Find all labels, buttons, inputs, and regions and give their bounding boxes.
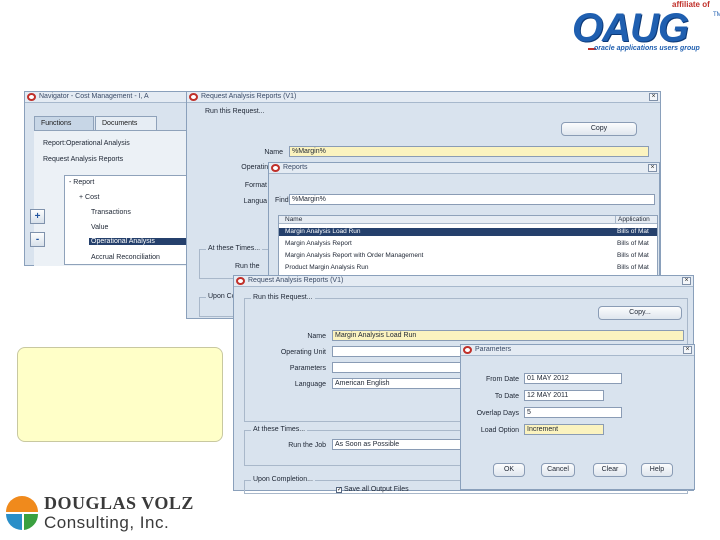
from-date-field[interactable]: 01 MAY 2012 (524, 373, 622, 384)
close-icon[interactable]: × (648, 164, 657, 172)
tree-item-transactions[interactable]: Transactions (91, 209, 131, 216)
parameters-title: Parameters (475, 346, 512, 353)
row-name: Margin Analysis Load Run (285, 228, 361, 235)
save-output-checkbox[interactable]: ✓ (336, 487, 342, 493)
oracle-icon (463, 346, 472, 354)
oracle-icon (236, 277, 245, 285)
close-icon[interactable]: × (649, 93, 658, 101)
douglas-volz-logo-icon (6, 496, 39, 530)
row-application: Bills of Mat (617, 240, 649, 247)
close-icon[interactable]: × (683, 346, 692, 354)
navigator-path-report: Report:Operational Analysis (43, 140, 130, 147)
name-label: Name (307, 333, 326, 340)
parameters-field[interactable] (332, 362, 462, 373)
row-application: Bills of Mat (617, 252, 649, 259)
save-output-label: Save all Output Files (344, 486, 409, 493)
to-date-field[interactable]: 12 MAY 2011 (524, 390, 604, 401)
format-label: Format (244, 182, 267, 189)
navigator-tree (64, 175, 194, 265)
oracle-icon (271, 164, 280, 172)
run-the-job-field[interactable]: As Soon as Possible (332, 439, 462, 450)
tree-item-operational-analysis[interactable]: Operational Analysis (89, 238, 191, 245)
column-header-application[interactable]: Application (615, 216, 657, 224)
run-the-label: Run the (235, 263, 260, 270)
table-row[interactable]: Margin Analysis Report Bills of Mat (279, 240, 657, 248)
reports-table: Name Application Margin Analysis Load Ru… (278, 215, 658, 277)
name-field[interactable]: %Margin% (289, 146, 649, 157)
load-option-field[interactable]: Increment (524, 424, 604, 435)
request-front-title: Request Analysis Reports (V1) (248, 277, 344, 284)
row-application: Bills of Mat (617, 228, 649, 235)
tree-item-accrual-reconciliation[interactable]: Accrual Reconciliation (91, 254, 160, 261)
collapse-minus-button[interactable]: - (30, 232, 45, 247)
row-application: Bills of Mat (617, 264, 649, 271)
parameters-titlebar[interactable]: Parameters × (461, 345, 694, 356)
oracle-icon (27, 93, 36, 101)
row-name: Margin Analysis Report with Order Manage… (285, 252, 424, 259)
oaug-tagline: oracle applications users group (594, 45, 700, 52)
tree-item-value[interactable]: Value (91, 224, 108, 231)
from-date-label: From Date (485, 376, 519, 383)
upon-completion-title: Upon Completion... (251, 476, 315, 483)
parameters-window: Parameters × From Date 01 MAY 2012 To Da… (460, 344, 695, 490)
navigator-titlebar[interactable]: Navigator - Cost Management - I, A (25, 92, 193, 103)
column-header-name[interactable]: Name (285, 216, 605, 224)
request-back-titlebar[interactable]: Request Analysis Reports (V1) × (187, 92, 660, 103)
request-back-title: Request Analysis Reports (V1) (201, 93, 297, 100)
run-the-job-label: Run the Job (288, 442, 326, 449)
at-these-times-title: At these Times... (251, 426, 308, 433)
row-name: Product Margin Analysis Run (285, 264, 369, 271)
note-callout (17, 347, 223, 442)
help-button[interactable]: Help (641, 463, 673, 477)
find-label: Find (275, 197, 289, 204)
find-field[interactable]: %Margin% (289, 194, 655, 205)
table-row[interactable]: Margin Analysis Report with Order Manage… (279, 252, 657, 260)
douglas-volz-name: DOUGLAS VOLZ (44, 493, 194, 513)
run-this-request-label: Run this Request... (205, 108, 265, 115)
at-these-times-title: At these Times... (206, 245, 263, 252)
language-label: Langua (243, 198, 267, 205)
reports-title: Reports (283, 164, 308, 171)
navigator-title: Navigator - Cost Management - I, A (39, 93, 149, 100)
douglas-volz-subtitle: Consulting, Inc. (44, 513, 170, 532)
to-date-label: To Date (494, 393, 519, 400)
run-this-request-title: Run this Request... (251, 294, 315, 301)
oracle-icon (189, 93, 198, 101)
name-field[interactable]: Margin Analysis Load Run (332, 330, 684, 341)
close-icon[interactable]: × (682, 277, 691, 285)
parameters-label: Parameters (289, 365, 326, 372)
language-label: Language (294, 381, 326, 388)
name-label: Name (264, 149, 283, 156)
overlap-days-label: Overlap Days (476, 410, 519, 417)
expand-plus-button[interactable]: + (30, 209, 45, 224)
row-name: Margin Analysis Report (285, 240, 352, 247)
tree-item-report[interactable]: - Report (69, 179, 94, 186)
navigator-path-request: Request Analysis Reports (43, 156, 124, 163)
navigator-window: Navigator - Cost Management - I, A Funct… (24, 91, 194, 266)
reports-window: Reports × Find %Margin% Name Application… (268, 162, 660, 285)
reports-titlebar[interactable]: Reports × (269, 163, 659, 174)
copy-button[interactable]: Copy... (598, 306, 682, 320)
table-row[interactable]: Margin Analysis Load Run Bills of Mat (279, 228, 657, 236)
language-field[interactable]: American English (332, 378, 462, 389)
cancel-button[interactable]: Cancel (541, 463, 575, 477)
table-header: Name Application (279, 216, 657, 224)
clear-button[interactable]: Clear (593, 463, 627, 477)
tab-documents[interactable]: Documents (95, 116, 157, 130)
tree-item-cost[interactable]: + Cost (79, 194, 99, 201)
operating-unit-field[interactable] (332, 346, 462, 357)
oaug-trademark: TM (713, 12, 720, 18)
overlap-days-field[interactable]: 5 (524, 407, 622, 418)
operating-unit-label: Operating Unit (280, 349, 326, 356)
table-row[interactable]: Product Margin Analysis Run Bills of Mat (279, 264, 657, 272)
tab-functions[interactable]: Functions (34, 116, 94, 130)
copy-button[interactable]: Copy (561, 122, 637, 136)
request-front-titlebar[interactable]: Request Analysis Reports (V1) × (234, 276, 693, 287)
ok-button[interactable]: OK (493, 463, 525, 477)
load-option-label: Load Option (480, 427, 519, 434)
